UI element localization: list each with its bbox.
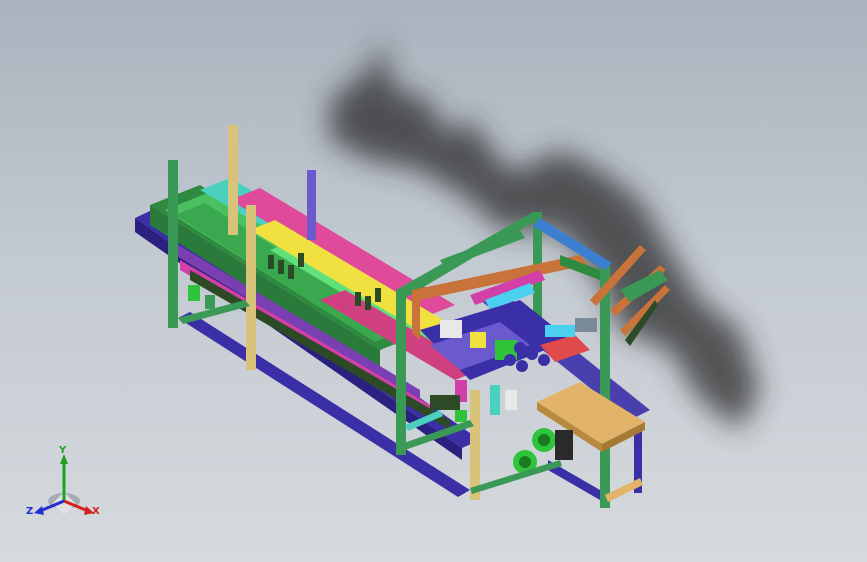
3d-model-view[interactable] — [0, 0, 867, 562]
cad-viewport[interactable]: Y X Z — [0, 0, 867, 562]
coordinate-triad: Y X Z — [22, 446, 106, 522]
triad-y-label: Y — [59, 445, 67, 456]
model-shadow — [330, 40, 760, 430]
triad-x-label: X — [92, 506, 100, 517]
triad-z-label: Z — [26, 506, 34, 517]
